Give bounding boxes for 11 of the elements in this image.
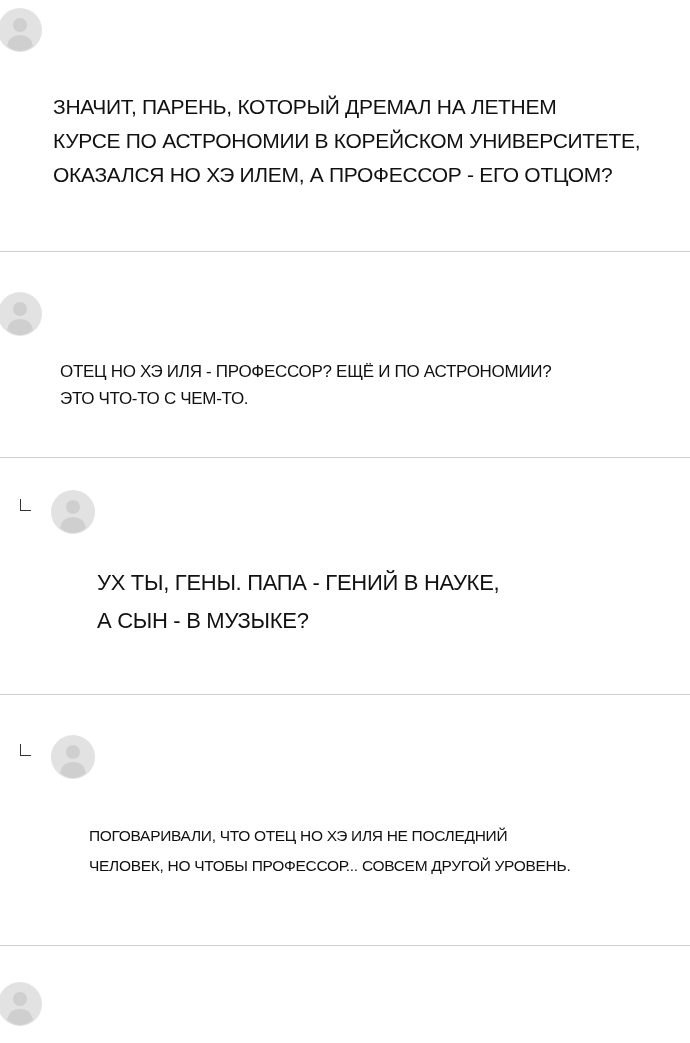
comment-text: ЗНАЧИТ, ПАРЕНЬ, КОТОРЫЙ ДРЕМАЛ НА ЛЕТНЕМ КУРСЕ ПО АСТРОНОМИИ В КОРЕЙСКОМ УНИВЕРСИТЕТЕ, ОКАЗАЛСЯ НО ХЭ ИЛЕМ, А ПРОФЕССОР - ЕГО ОТЦОМ? [53, 94, 642, 188]
comment-text: ОТЕЦ НО ХЭ ИЛЯ - ПРОФЕССОР? ЕЩЁ И ПО АСТРОНОМИИ? ЭТО ЧТО-ТО С ЧЕМ-ТО. [60, 361, 553, 410]
reply-arrow-icon [20, 499, 31, 511]
comment-text: ПОГОВАРИВАЛИ, ЧТО ОТЕЦ НО ХЭ ИЛЯ НЕ ПОСЛЕДНИЙ ЧЕЛОВЕК, НО ЧТОБЫ ПРОФЕССОР... СОВСЕМ ДРУГОЙ УРОВЕНЬ. [89, 826, 572, 876]
avatar-icon [0, 982, 42, 1026]
avatar-icon [51, 735, 95, 779]
avatar-icon [0, 292, 42, 336]
comment-text: УХ ТЫ, ГЕНЫ. ПАПА - ГЕНИЙ В НАУКЕ, А СЫН - В МУЗЫКЕ? [97, 569, 501, 635]
avatar-icon [51, 490, 95, 534]
avatar-icon [0, 8, 42, 52]
reply-arrow-icon [20, 744, 31, 756]
